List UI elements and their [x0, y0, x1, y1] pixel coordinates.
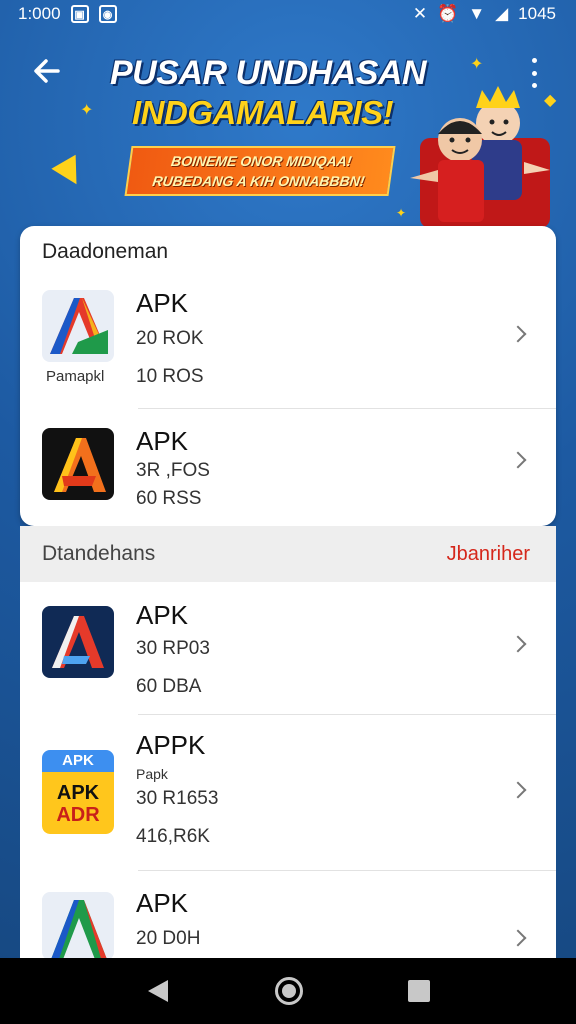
item-name: APK	[136, 888, 189, 918]
apk-dark-logo-icon	[42, 428, 114, 500]
item-subtitle: Papk	[136, 766, 168, 782]
item-size: 20 D0H	[136, 928, 201, 949]
icon-text-mid: APK	[56, 782, 100, 804]
sparkle-icon: ✦	[470, 54, 484, 73]
signal-icon: ◢	[495, 4, 509, 23]
section-title: Daadoneman	[42, 240, 169, 263]
item-size: 3R ,FOS	[136, 460, 210, 481]
divider	[138, 714, 556, 715]
apk-green-logo-icon	[42, 892, 114, 960]
apk-navy-logo-icon	[42, 606, 114, 678]
cast-icon: ◉	[98, 5, 117, 23]
item-name: APK	[136, 600, 189, 630]
divider	[138, 870, 556, 871]
banner-subtitle: INDGAMALARIS!	[132, 94, 394, 131]
apps-list: APK 30 RP03 60 DBA APK APK ADR APPK Papk…	[20, 582, 556, 962]
item-size: 30 RP03	[136, 638, 210, 659]
chevron-right-icon	[509, 451, 527, 469]
list-item[interactable]: APK 3R ,FOS 60 RSS	[20, 422, 556, 522]
item-name: APK	[136, 426, 189, 456]
chevron-right-icon	[509, 781, 527, 799]
item-name: APK	[136, 288, 189, 318]
nav-back-icon[interactable]	[148, 980, 168, 1002]
mascot-illustration	[410, 86, 550, 228]
item-downloads: 60 DBA	[136, 676, 202, 697]
promo-line-1: BOINEME ONOR MIDIQAA!	[170, 153, 353, 169]
photo-icon: ▣	[70, 5, 89, 23]
item-downloads: 60 RSS	[136, 488, 202, 509]
section-title: Dtandehans	[42, 542, 156, 565]
status-right: ✕ ⏰ ▼ ◢ 1045	[413, 4, 556, 24]
cursor-star-icon	[51, 154, 89, 192]
nav-recents-icon[interactable]	[408, 980, 430, 1002]
list-item[interactable]: APK 20 D0H	[20, 884, 556, 960]
item-name: APPK	[136, 730, 206, 760]
alarm-icon: ⏰	[437, 4, 459, 23]
chevron-right-icon	[509, 635, 527, 653]
promo-line-2: RUBEDANG A KIH ONNABBBN!	[151, 173, 366, 189]
item-downloads: 10 ROS	[136, 366, 204, 387]
no-signal-icon: ✕	[412, 4, 428, 23]
apk-adr-logo-icon: APK APK ADR	[42, 750, 114, 834]
section-header: Dtandehans Jbanriher	[20, 526, 556, 582]
promo-badge[interactable]: BOINEME ONOR MIDIQAA! RUBEDANG A KIH ONN…	[124, 146, 396, 196]
navigation-bar	[0, 958, 576, 1024]
wifi-icon: ▼	[468, 4, 486, 23]
banner-title: PUSAR UNDHASAN	[110, 54, 427, 92]
header-banner: ✦ ✦ ◆ ✦ PUSAR UNDHASAN INDGAMALARIS! BOI…	[0, 28, 576, 228]
back-arrow-icon[interactable]	[32, 56, 66, 90]
item-downloads: 416,R6K	[136, 826, 210, 847]
icon-band-top: APK	[42, 750, 114, 772]
battery-time: 1045	[518, 4, 556, 23]
chevron-right-icon	[509, 325, 527, 343]
downloads-card: Daadoneman Pamapkl APK 20 ROK 10 ROS APK…	[20, 226, 556, 526]
icon-caption: Pamapkl	[46, 368, 105, 385]
chevron-right-icon	[509, 929, 527, 947]
status-left: 1:000 ▣ ◉	[18, 4, 117, 24]
list-item[interactable]: APK APK ADR APPK Papk 30 R1653 416,R6K	[20, 728, 556, 868]
status-bar: 1:000 ▣ ◉ ✕ ⏰ ▼ ◢ 1045	[0, 0, 576, 28]
item-size: 30 R1653	[136, 788, 219, 809]
see-more-link[interactable]: Jbanriher	[447, 543, 530, 566]
nav-home-icon[interactable]	[275, 977, 303, 1005]
apk-logo-icon	[42, 290, 114, 362]
sparkle-icon: ✦	[80, 100, 94, 119]
divider	[138, 408, 556, 409]
item-size: 20 ROK	[136, 328, 204, 349]
icon-text-bottom: ADR	[56, 804, 100, 826]
list-item[interactable]: Pamapkl APK 20 ROK 10 ROS	[20, 284, 556, 408]
clock: 1:000	[18, 4, 61, 23]
list-item[interactable]: APK 30 RP03 60 DBA	[20, 594, 556, 714]
